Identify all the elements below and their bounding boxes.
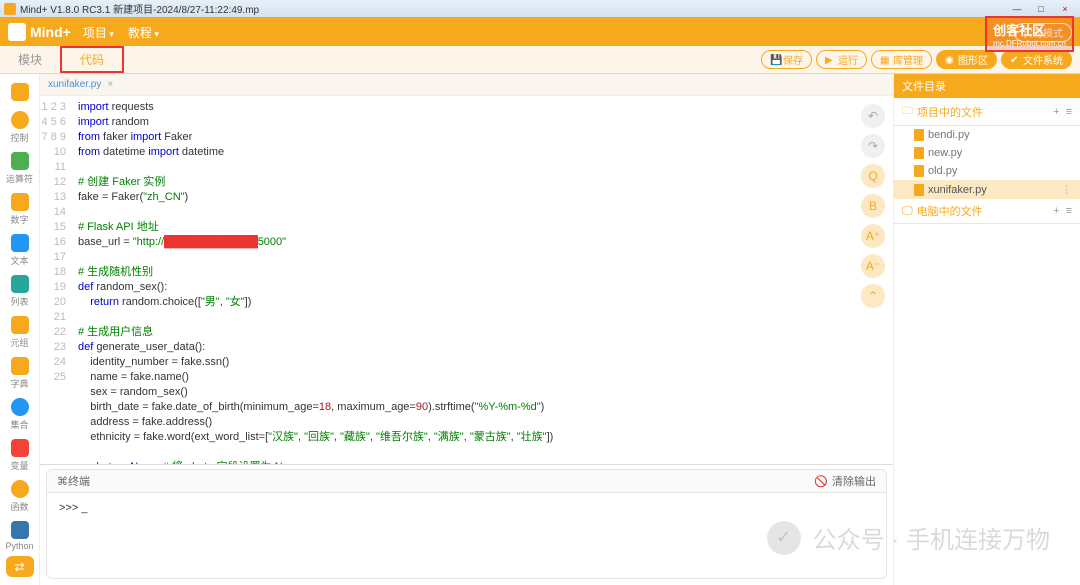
sidebar-set[interactable]: 集合 [2, 395, 38, 434]
computer-icon: 🖵 [902, 205, 913, 218]
search-icon[interactable] [2, 80, 38, 106]
minimize-button[interactable]: — [1006, 2, 1028, 16]
lib-manager-button[interactable]: ▦库管理 [871, 50, 932, 69]
font-increase-button[interactable]: A⁺ [861, 224, 885, 248]
file-icon [914, 129, 924, 141]
app-icon [4, 3, 16, 15]
project-files-section[interactable]: 🗀项目中的文件 +≡ [894, 98, 1080, 126]
clear-output-button[interactable]: 🚫清除输出 [814, 473, 876, 489]
sidebar-text[interactable]: 文本 [2, 231, 38, 270]
top-menu-bar: Mind+ 项目 教程 实时模式 创客社区 mc.DFRobot.com.cn [0, 18, 1080, 46]
editor-file-tabs: xunifaker.py× [40, 74, 893, 96]
file-icon [914, 147, 924, 159]
terminal-prompt: >>> _ [59, 502, 87, 514]
file-menu-icon[interactable]: ⋮ [1061, 183, 1072, 196]
sidebar-python[interactable]: Python [2, 518, 38, 554]
scroll-top-button[interactable]: ⌃ [861, 284, 885, 308]
sidebar-function[interactable]: 函数 [2, 477, 38, 516]
menu-icon[interactable]: ≡ [1066, 106, 1072, 118]
graphics-area-button[interactable]: ◉图形区 [936, 50, 997, 69]
window-titlebar: Mind+ V1.8.0 RC3.1 新建项目-2024/8/27-11:22:… [0, 0, 1080, 18]
menu-tutorial[interactable]: 教程 [128, 24, 159, 41]
community-overlay: 创客社区 mc.DFRobot.com.cn [985, 16, 1074, 52]
search-code-button[interactable]: Q [861, 164, 885, 188]
file-directory-panel: 文件目录 🗀项目中的文件 +≡ bendi.py new.py old.py x… [894, 74, 1080, 585]
file-icon [914, 165, 924, 177]
sidebar-operator[interactable]: 运算符 [2, 149, 38, 188]
terminal-icon: ⌘ [57, 475, 68, 488]
file-item[interactable]: new.py [894, 144, 1080, 162]
file-icon [914, 184, 924, 196]
view-tab-bar: 模块 代码 💾保存 ▶运行 ▦库管理 ◉图形区 ✔文件系统 [0, 46, 1080, 74]
add-file-button[interactable]: + [1053, 106, 1059, 118]
app-logo: Mind+ [8, 23, 71, 41]
editor-side-buttons: ↶ ↷ Q B A⁺ A⁻ ⌃ [861, 104, 885, 308]
sidebar-dict[interactable]: 字典 [2, 354, 38, 393]
tab-code[interactable]: 代码 [60, 46, 124, 73]
file-directory-title: 文件目录 [894, 74, 1080, 98]
terminal-header: ⌘ 终端 🚫清除输出 [46, 469, 887, 493]
menu-project[interactable]: 项目 [83, 24, 114, 41]
category-sidebar: 控制 运算符 数字 文本 列表 元组 字典 集合 变量 函数 Python ⇄ [0, 74, 40, 585]
file-tab-active[interactable]: xunifaker.py× [40, 79, 121, 90]
line-gutter: 1 2 3 4 5 6 7 8 9 10 11 12 13 14 15 16 1… [40, 96, 72, 464]
font-decrease-button[interactable]: A⁻ [861, 254, 885, 278]
terminal-body[interactable]: >>> _ [46, 493, 887, 579]
maximize-button[interactable]: □ [1030, 2, 1052, 16]
window-title: Mind+ V1.8.0 RC3.1 新建项目-2024/8/27-11:22:… [20, 1, 259, 16]
sidebar-list[interactable]: 列表 [2, 272, 38, 311]
bold-button[interactable]: B [861, 194, 885, 218]
undo-button[interactable]: ↶ [861, 104, 885, 128]
code-editor[interactable]: 1 2 3 4 5 6 7 8 9 10 11 12 13 14 15 16 1… [40, 96, 893, 464]
computer-files-section[interactable]: 🖵电脑中的文件 +≡ [894, 199, 1080, 224]
save-button[interactable]: 💾保存 [761, 50, 812, 69]
mode-switcher-button[interactable]: ⇄ [6, 556, 34, 577]
tab-blocks[interactable]: 模块 [0, 46, 60, 73]
close-tab-icon[interactable]: × [107, 79, 113, 90]
redo-button[interactable]: ↷ [861, 134, 885, 158]
run-button[interactable]: ▶运行 [816, 50, 867, 69]
sidebar-control[interactable]: 控制 [2, 108, 38, 147]
sidebar-tuple[interactable]: 元组 [2, 313, 38, 352]
terminal-title: 终端 [68, 473, 90, 489]
clear-icon: 🚫 [814, 475, 828, 488]
sidebar-number[interactable]: 数字 [2, 190, 38, 229]
code-content[interactable]: import requests import random from faker… [72, 96, 893, 464]
file-item-selected[interactable]: xunifaker.py⋮ [894, 180, 1080, 199]
menu-icon[interactable]: ≡ [1066, 205, 1072, 217]
sidebar-variable[interactable]: 变量 [2, 436, 38, 475]
folder-icon: 🗀 [902, 102, 913, 121]
close-button[interactable]: × [1054, 2, 1076, 16]
file-item[interactable]: bendi.py [894, 126, 1080, 144]
file-item[interactable]: old.py [894, 162, 1080, 180]
add-file-button[interactable]: + [1053, 205, 1059, 217]
file-system-button[interactable]: ✔文件系统 [1001, 50, 1072, 69]
